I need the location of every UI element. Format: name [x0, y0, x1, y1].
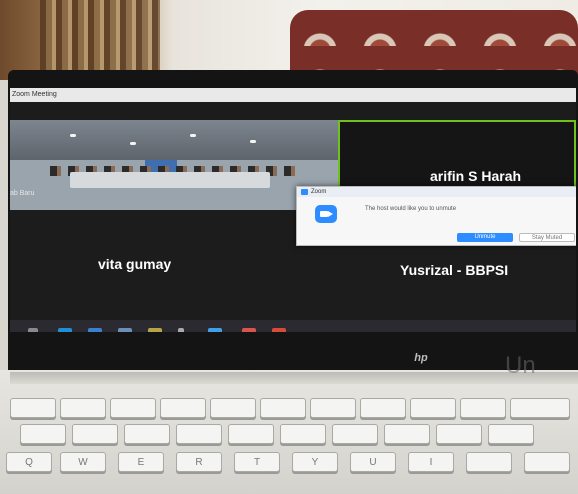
keyboard-key[interactable] — [124, 424, 170, 444]
laptop-chin — [8, 332, 578, 370]
keyboard-key-i[interactable]: I — [408, 452, 454, 472]
dialog-header: Zoom — [297, 187, 576, 197]
video-tile-conference-room[interactable] — [10, 120, 338, 210]
keyboard-key[interactable] — [436, 424, 482, 444]
ceiling-light — [190, 134, 196, 137]
keyboard-key-r[interactable]: R — [176, 452, 222, 472]
keyboard-key[interactable] — [332, 424, 378, 444]
keyboard-key[interactable] — [280, 424, 326, 444]
video-camera-icon — [315, 205, 337, 223]
keyboard-key[interactable] — [10, 398, 56, 418]
participant-name-4: Yusrizal - BBPSI — [400, 262, 509, 278]
dialog-title: Zoom — [311, 189, 327, 195]
ceiling-light — [70, 134, 76, 137]
keyboard-key[interactable] — [228, 424, 274, 444]
keyboard-key-q[interactable]: Q — [6, 452, 52, 472]
keyboard-key-y[interactable]: Y — [292, 452, 338, 472]
keyboard-key[interactable] — [72, 424, 118, 444]
keyboard-key[interactable] — [410, 398, 456, 418]
laptop-screen: Zoom Meeting ab Baru arifin S Harah vita… — [10, 88, 576, 332]
keyboard-key[interactable] — [524, 452, 570, 472]
stay-muted-button[interactable]: Stay Muted — [519, 233, 575, 242]
dialog-message: The host would like you to unmute — [365, 206, 457, 212]
keyboard-key[interactable] — [160, 398, 206, 418]
keyboard-key[interactable] — [110, 398, 156, 418]
keyboard-key[interactable] — [488, 424, 534, 444]
keyboard-key[interactable] — [360, 398, 406, 418]
room-ceiling — [10, 120, 338, 160]
ceiling-light — [130, 142, 136, 145]
participant-name-2: arifin S Harah — [430, 168, 522, 184]
keyboard-key[interactable] — [60, 398, 106, 418]
keyboard-key-u[interactable]: U — [350, 452, 396, 472]
windows-taskbar — [10, 320, 576, 332]
unmute-request-dialog: Zoom The host would like you to unmute U… — [296, 186, 576, 246]
window-titlebar: Zoom Meeting — [10, 88, 576, 102]
keyboard-key-w[interactable]: W — [60, 452, 106, 472]
hp-logo: hp — [414, 352, 428, 364]
unmute-button[interactable]: Unmute — [457, 233, 513, 242]
keyboard-key[interactable] — [460, 398, 506, 418]
keyboard-key[interactable] — [466, 452, 512, 472]
zoom-icon — [301, 189, 308, 195]
participant-name-3: vita gumay — [98, 256, 172, 272]
keyboard-key[interactable] — [384, 424, 430, 444]
keyboard-key[interactable] — [20, 424, 66, 444]
keyboard-key-e[interactable]: E — [118, 452, 164, 472]
keyboard-key[interactable] — [510, 398, 570, 418]
curtain — [40, 0, 160, 75]
conference-table — [70, 172, 270, 188]
keyboard-key[interactable] — [260, 398, 306, 418]
keyboard-key[interactable] — [176, 424, 222, 444]
laptop-hinge — [10, 372, 578, 384]
keyboard-key[interactable] — [310, 398, 356, 418]
keyboard-key[interactable] — [210, 398, 256, 418]
ceiling-light — [250, 140, 256, 143]
keyboard-key-t[interactable]: T — [234, 452, 280, 472]
watermark-text: Un — [505, 352, 536, 379]
participant-name-1: ab Baru — [10, 190, 35, 197]
